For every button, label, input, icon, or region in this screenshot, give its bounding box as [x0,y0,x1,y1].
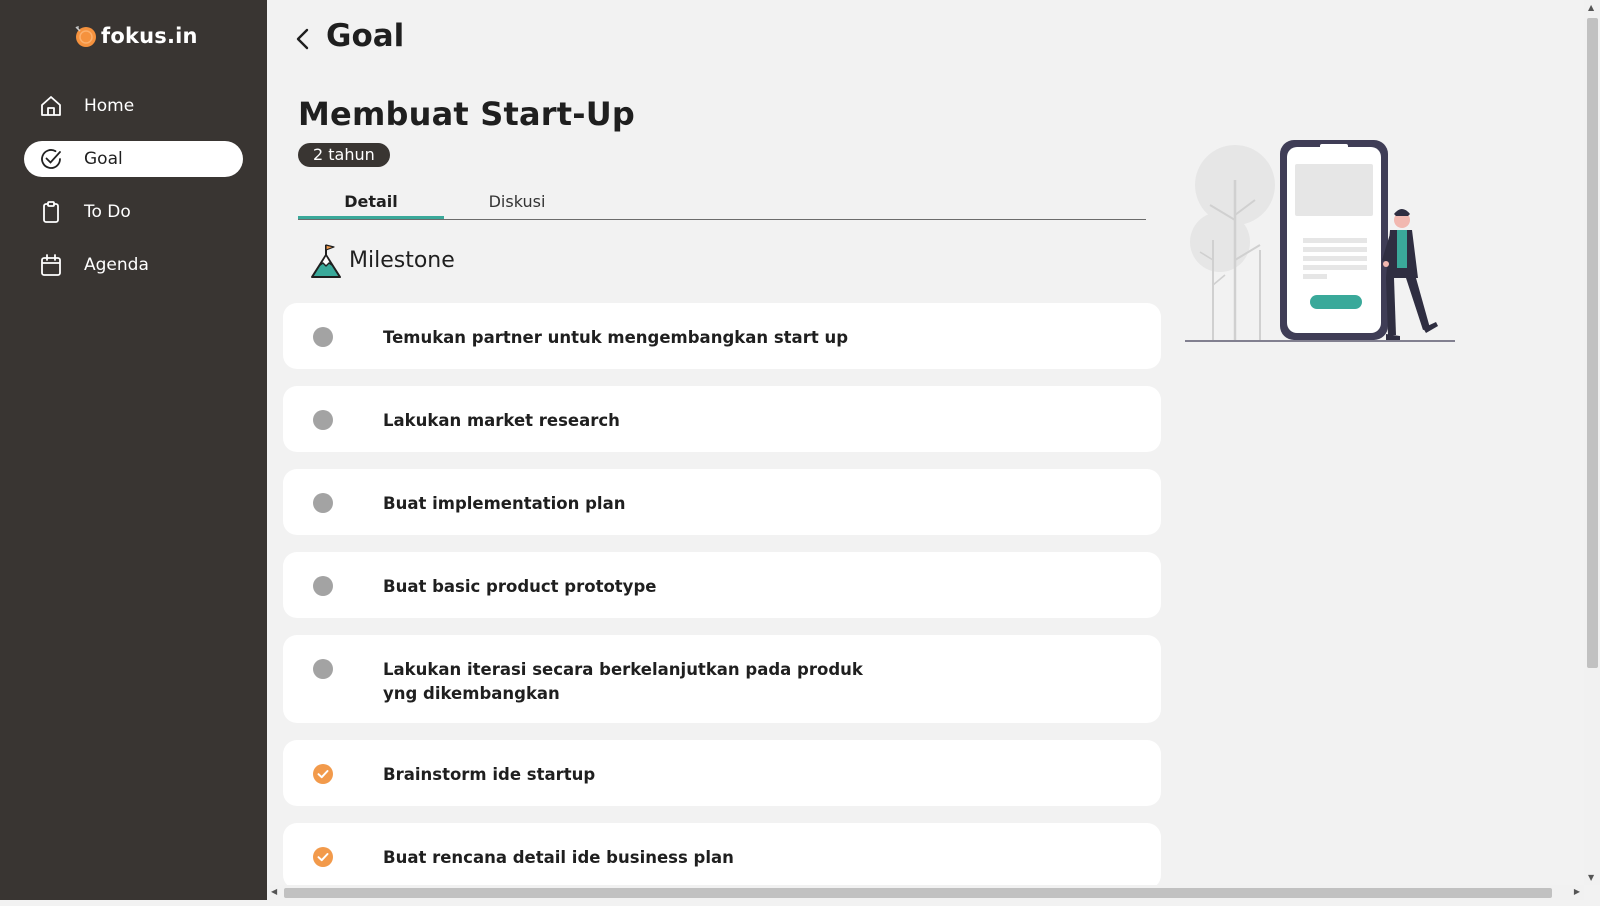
sidebar-item-label: Agenda [84,255,149,275]
pending-status-icon[interactable] [313,493,333,513]
calendar-icon [40,254,62,276]
pending-status-icon[interactable] [313,327,333,347]
sidebar-item-label: Goal [84,149,123,169]
sidebar-item-home[interactable]: Home [24,88,243,124]
goal-title: Membuat Start-Up [298,95,635,133]
milestone-heading: Milestone [310,243,455,279]
check-done-icon[interactable] [313,764,333,784]
milestone-item[interactable]: Lakukan iterasi secara berkelanjutkan pa… [283,635,1161,723]
milestone-text: Lakukan market research [383,411,620,430]
pending-status-icon[interactable] [313,659,333,679]
check-done-icon[interactable] [313,847,333,867]
sidebar-item-label: Home [84,96,135,116]
vertical-scrollbar[interactable]: ▲ ▼ [1584,0,1600,885]
scroll-down-arrow-icon[interactable]: ▼ [1588,873,1594,882]
app-logo[interactable]: fokus.in [74,22,198,50]
sidebar-item-goal[interactable]: Goal [24,141,243,177]
horizontal-scrollbar[interactable]: ◀ ▶ [267,885,1584,900]
logo-text: fokus.in [101,24,198,48]
scroll-up-arrow-icon[interactable]: ▲ [1588,3,1594,12]
milestone-item[interactable]: Buat implementation plan [283,469,1161,535]
milestone-title: Milestone [349,248,455,273]
orange-logo-icon [74,24,98,48]
sidebar-item-agenda[interactable]: Agenda [24,247,243,283]
sidebar-item-todo[interactable]: To Do [24,194,243,230]
sidebar-item-label: To Do [84,202,131,222]
horizontal-scroll-thumb[interactable] [284,888,1552,898]
check-circle-icon [40,148,62,170]
tab-bar: Detail Diskusi [298,188,1146,220]
tab-detail[interactable]: Detail [298,188,444,219]
page-title: Goal [326,18,405,54]
milestone-item[interactable]: Lakukan market research [283,386,1161,452]
pending-status-icon[interactable] [313,410,333,430]
scroll-right-arrow-icon[interactable]: ▶ [1574,887,1580,896]
milestone-text: Brainstorm ide startup [383,765,596,784]
sidebar: fokus.in Home Goal To Do Agenda [0,0,267,900]
tab-diskusi[interactable]: Diskusi [444,188,590,218]
main-content: Goal Membuat Start-Up 2 tahun Detail Dis… [267,0,1584,889]
sidebar-nav: Home Goal To Do Agenda [24,88,243,300]
milestone-item[interactable]: Buat basic product prototype [283,552,1161,618]
duration-badge: 2 tahun [298,143,390,167]
milestone-item[interactable]: Brainstorm ide startup [283,740,1161,806]
phone-illustration [1180,130,1460,350]
milestone-item[interactable]: Buat rencana detail ide business plan [283,823,1161,889]
mountain-flag-icon [310,243,342,279]
clipboard-icon [40,201,62,223]
milestone-list: Temukan partner untuk mengembangkan star… [283,303,1161,906]
back-chevron-icon[interactable] [293,26,315,52]
milestone-text: Lakukan iterasi secara berkelanjutkan pa… [383,660,863,703]
milestone-text: Temukan partner untuk mengembangkan star… [383,328,849,347]
vertical-scroll-thumb[interactable] [1587,18,1598,668]
pending-status-icon[interactable] [313,576,333,596]
milestone-text: Buat basic product prototype [383,577,657,596]
scroll-left-arrow-icon[interactable]: ◀ [271,887,277,896]
milestone-text: Buat rencana detail ide business plan [383,848,734,867]
milestone-text: Buat implementation plan [383,494,626,513]
home-icon [40,95,62,117]
milestone-item[interactable]: Temukan partner untuk mengembangkan star… [283,303,1161,369]
